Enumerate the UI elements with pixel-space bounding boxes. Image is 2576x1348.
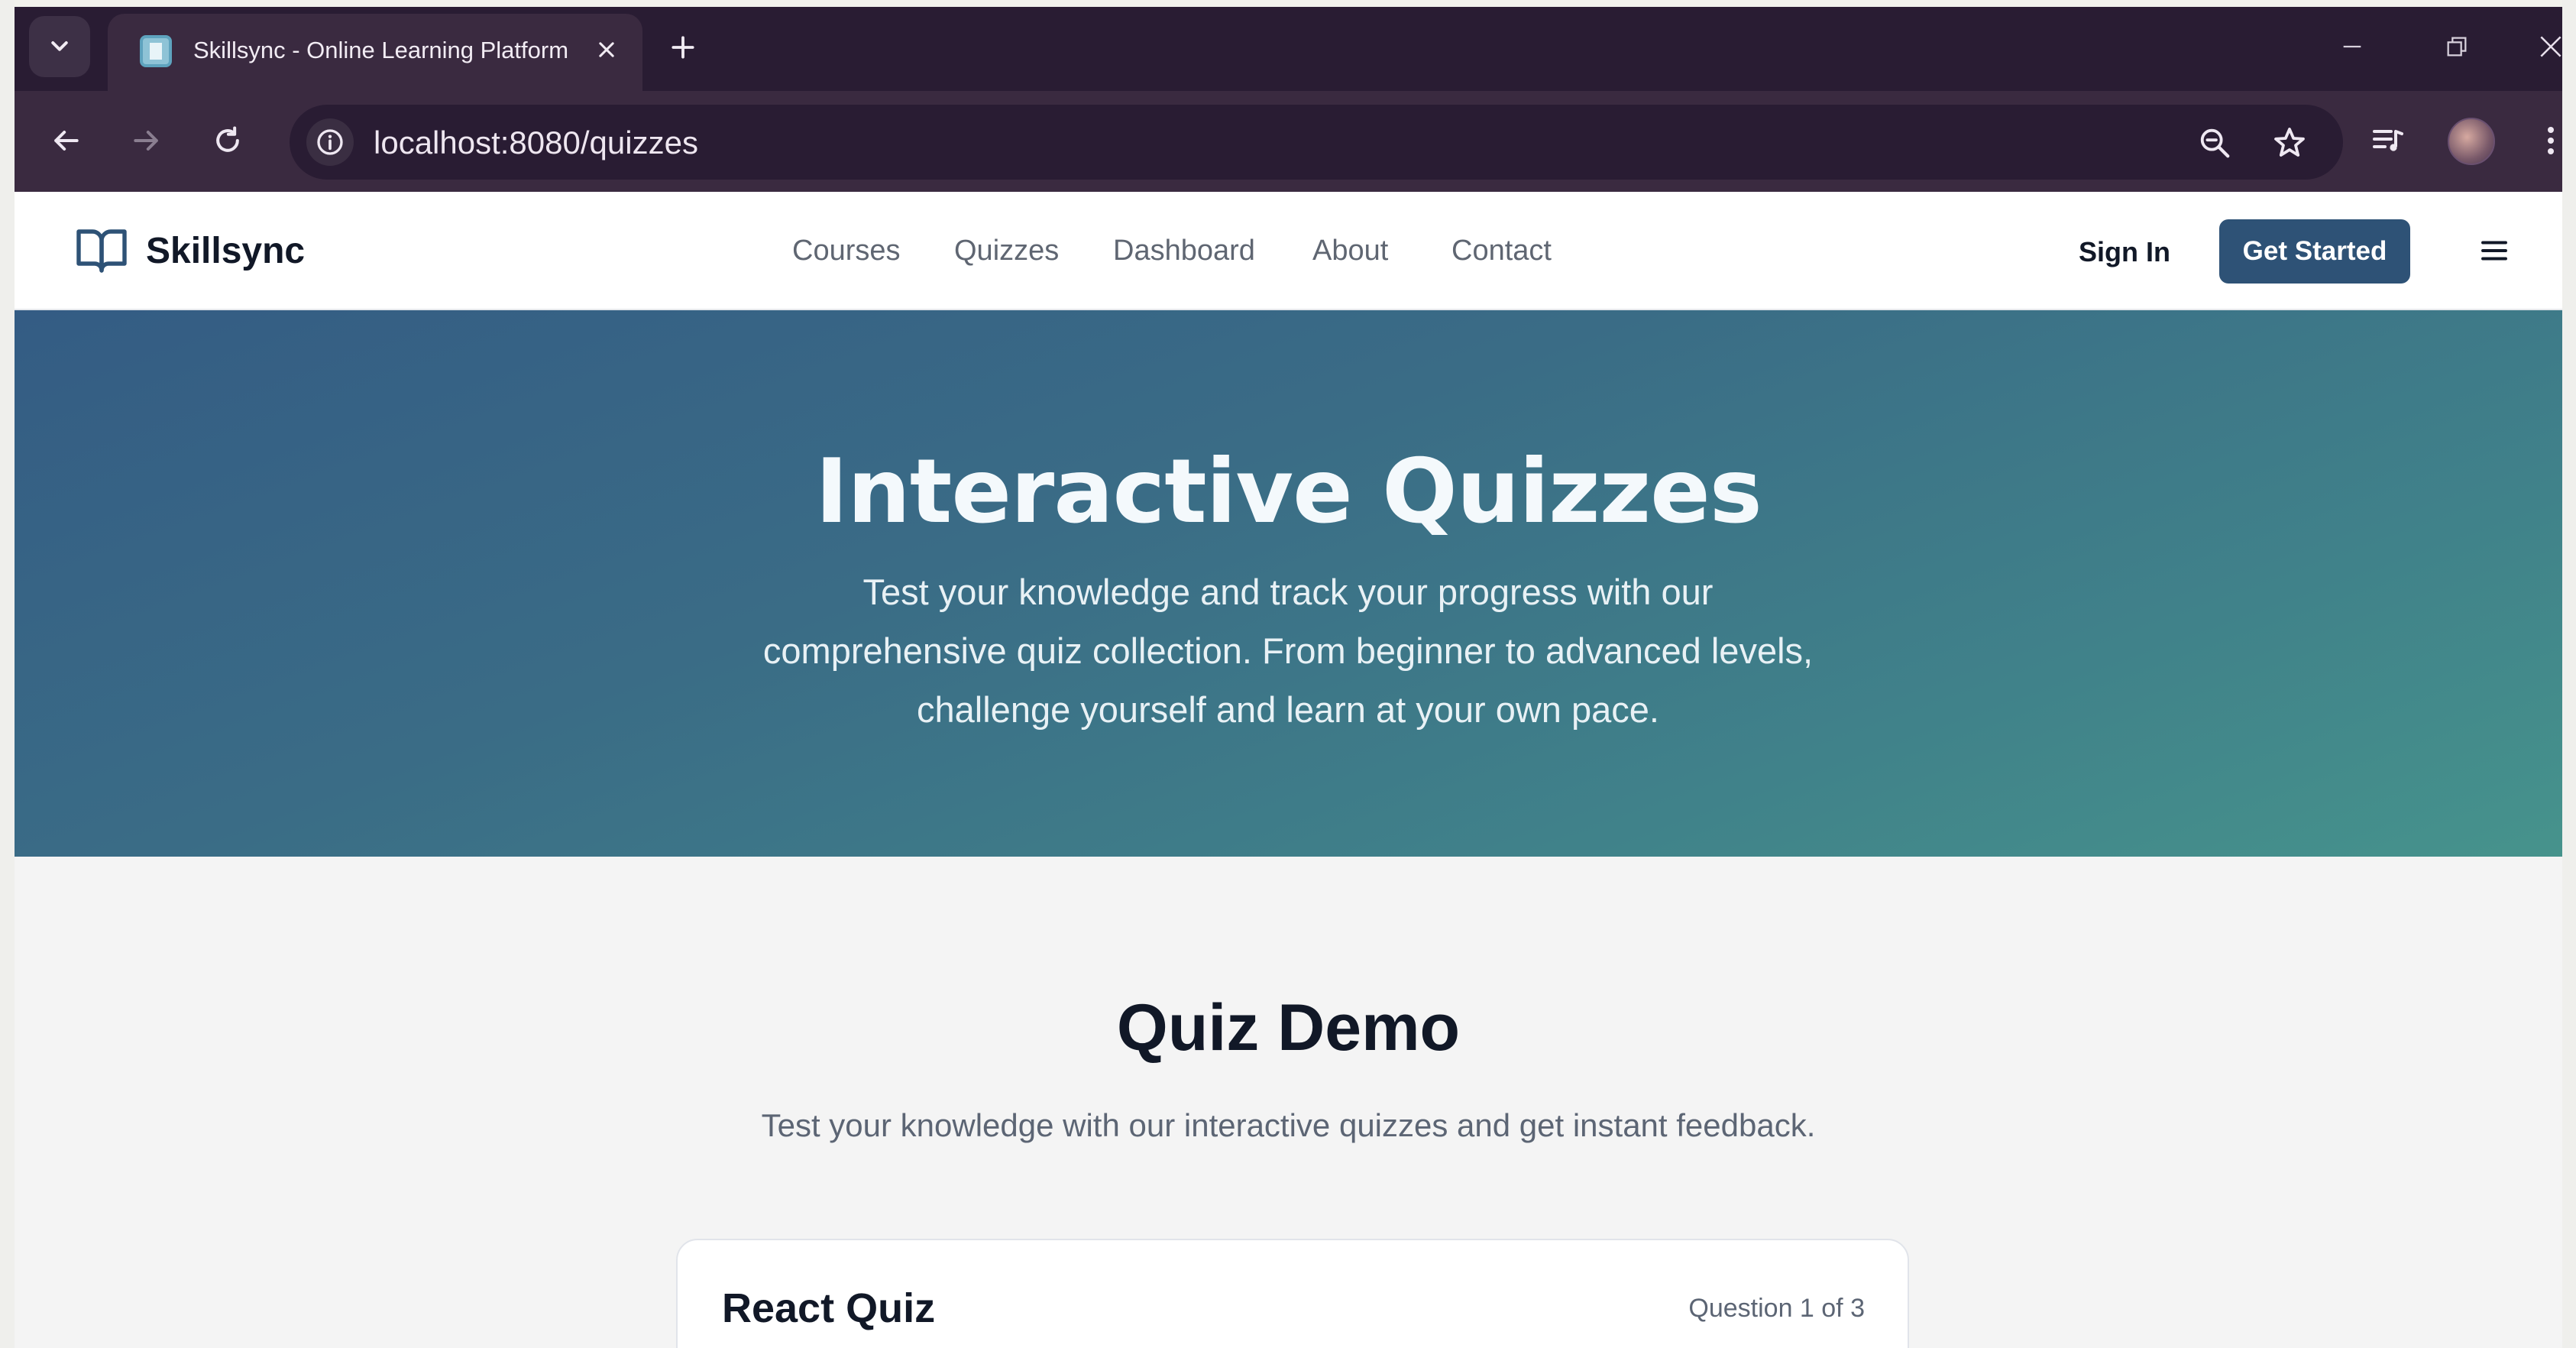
back-button[interactable] — [39, 114, 92, 167]
zoom-button[interactable] — [2193, 122, 2236, 164]
hero-subtitle-line: Test your knowledge and track your progr… — [862, 572, 1714, 612]
hero-title: Interactive Quizzes — [815, 440, 1762, 543]
reload-button[interactable] — [201, 114, 254, 167]
new-tab-button[interactable] — [664, 28, 702, 66]
restore-icon — [2447, 37, 2467, 57]
plus-icon — [672, 36, 694, 59]
minimize-icon — [2343, 45, 2361, 48]
browser-tab-active[interactable]: Skillsync - Online Learning Platform — [108, 14, 642, 91]
menu-button[interactable] — [2473, 232, 2516, 270]
info-icon — [317, 129, 343, 155]
tab-title: Skillsync - Online Learning Platform — [193, 37, 569, 63]
arrow-left-icon — [54, 130, 79, 151]
main-nav: Courses Quizzes Dashboard About Contact — [15, 235, 2562, 273]
window-minimize-button[interactable] — [2325, 24, 2379, 70]
hero-subtitle-line: comprehensive quiz collection. From begi… — [762, 630, 1814, 671]
close-icon — [2540, 36, 2561, 57]
tab-close-button[interactable] — [587, 31, 626, 69]
screen-edge-left — [0, 0, 15, 1348]
nav-link-quizzes[interactable]: Quizzes — [954, 235, 1059, 267]
screen-edge-right — [2562, 0, 2576, 1348]
hero-subtitle-line: challenge yourself and learn at your own… — [917, 689, 1659, 730]
chevron-down-icon — [51, 41, 68, 51]
reload-icon — [216, 126, 239, 152]
star-icon — [2274, 128, 2305, 157]
nav-link-courses[interactable]: Courses — [792, 235, 901, 267]
sign-in-button[interactable]: Sign In — [2079, 236, 2170, 268]
hero-section: Interactive Quizzes Test your knowledge … — [15, 310, 2562, 857]
browser-toolbar: localhost:8080/quizzes — [15, 91, 2562, 192]
section-subtitle: Test your knowledge with our interactive… — [761, 1107, 1816, 1143]
hero-subtitle: Test your knowledge and track your progr… — [715, 562, 1861, 739]
window-restore-button[interactable] — [2430, 24, 2484, 70]
forward-button[interactable] — [120, 114, 173, 167]
browser-window: Skillsync - Online Learning Platform loc… — [15, 7, 2562, 1348]
browser-menu-button[interactable] — [2536, 114, 2562, 167]
arrow-right-icon — [134, 130, 158, 151]
playlist-music-icon — [2373, 130, 2403, 151]
close-icon — [599, 42, 614, 57]
screen-edge-top — [0, 0, 2576, 7]
site-favicon-icon — [140, 35, 172, 67]
address-bar-url[interactable]: localhost:8080/quizzes — [374, 125, 698, 161]
tab-strip: Skillsync - Online Learning Platform — [15, 7, 2562, 91]
address-bar[interactable]: localhost:8080/quizzes — [290, 105, 2343, 180]
profile-avatar[interactable] — [2448, 118, 2495, 165]
bookmark-button[interactable] — [2268, 122, 2311, 164]
question-counter: Question 1 of 3 — [1688, 1294, 1865, 1323]
quiz-title: React Quiz — [722, 1285, 936, 1331]
quiz-card: React Quiz Question 1 of 3 — [676, 1239, 1909, 1348]
nav-link-about[interactable]: About — [1312, 235, 1388, 267]
window-close-button[interactable] — [2528, 24, 2562, 70]
web-page: Skillsync Courses Quizzes Dashboard Abou… — [15, 192, 2562, 1348]
section-title: Quiz Demo — [1116, 991, 1461, 1064]
site-header: Skillsync Courses Quizzes Dashboard Abou… — [15, 192, 2562, 310]
get-started-button[interactable]: Get Started — [2219, 219, 2410, 284]
media-controls-button[interactable] — [2361, 114, 2415, 167]
hamburger-menu-icon — [2481, 241, 2507, 261]
nav-link-contact[interactable]: Contact — [1451, 235, 1552, 267]
zoom-out-icon — [2200, 128, 2230, 158]
tab-search-button[interactable] — [29, 16, 90, 77]
nav-link-dashboard[interactable]: Dashboard — [1113, 235, 1255, 267]
more-vertical-icon — [2548, 127, 2554, 154]
site-info-button[interactable] — [306, 118, 354, 166]
